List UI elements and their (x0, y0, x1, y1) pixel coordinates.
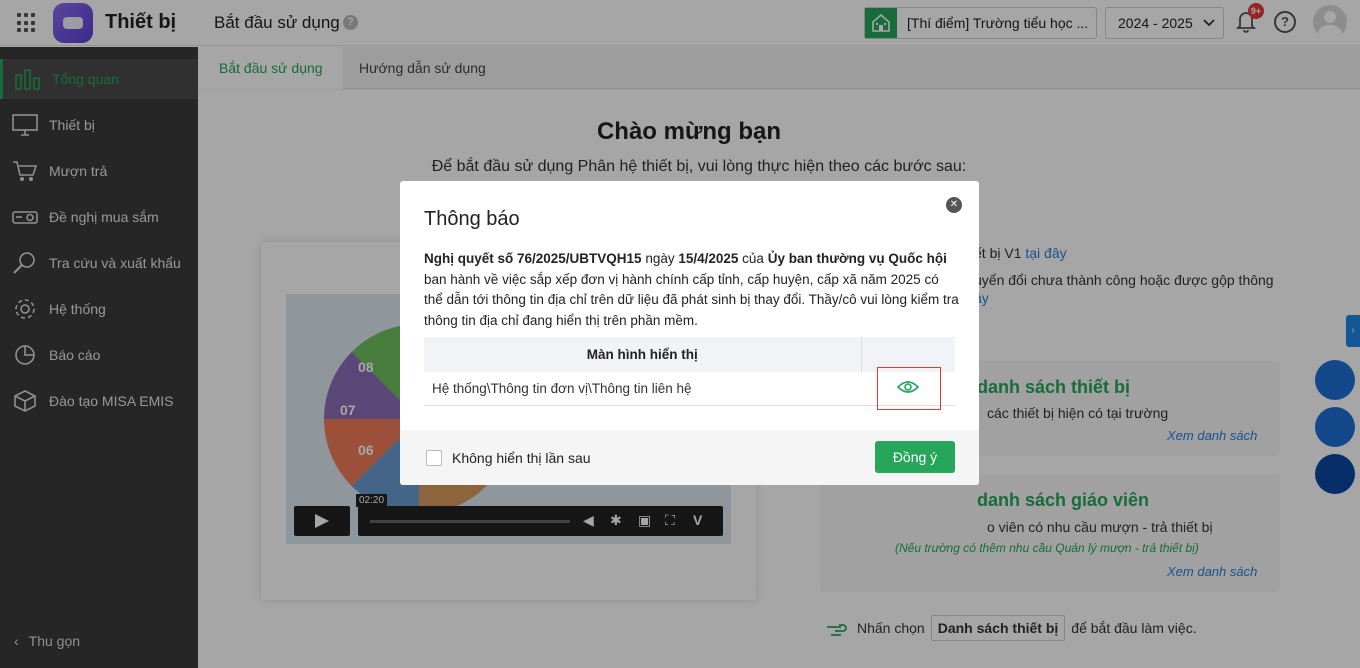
close-icon[interactable]: ✕ (946, 197, 962, 213)
resolution-number: Nghị quyết số 76/2025/UBTVQH15 (424, 251, 642, 266)
table-header-row: Màn hình hiển thị (424, 337, 955, 372)
column-header-screen: Màn hình hiển thị (424, 337, 862, 372)
message-text: ban hành về việc sắp xếp đơn vị hành chí… (424, 271, 959, 328)
dont-show-again-checkbox[interactable] (426, 450, 442, 466)
dialog-title: Thông báo (424, 208, 520, 230)
agree-button[interactable]: Đồng ý (875, 441, 955, 473)
table-row: Hệ thống\Thông tin đơn vị\Thông tin liên… (424, 372, 955, 406)
message-text: ngày (641, 251, 679, 266)
issuing-body: Ủy ban thường vụ Quốc hội (767, 251, 947, 266)
message-text: của (738, 251, 768, 266)
screen-path: Hệ thống\Thông tin đơn vị\Thông tin liên… (424, 372, 861, 406)
screen-table: Màn hình hiển thị Hệ thống\Thông tin đơn… (424, 337, 955, 406)
highlight-box (877, 367, 941, 410)
notice-dialog: Thông báo ✕ Nghị quyết số 76/2025/UBTVQH… (400, 181, 979, 485)
checkbox-label: Không hiển thị lần sau (452, 450, 591, 466)
dialog-message: Nghị quyết số 76/2025/UBTVQH15 ngày 15/4… (424, 249, 959, 331)
dialog-footer: Không hiển thị lần sau Đồng ý (400, 430, 979, 485)
resolution-date: 15/4/2025 (678, 251, 739, 266)
